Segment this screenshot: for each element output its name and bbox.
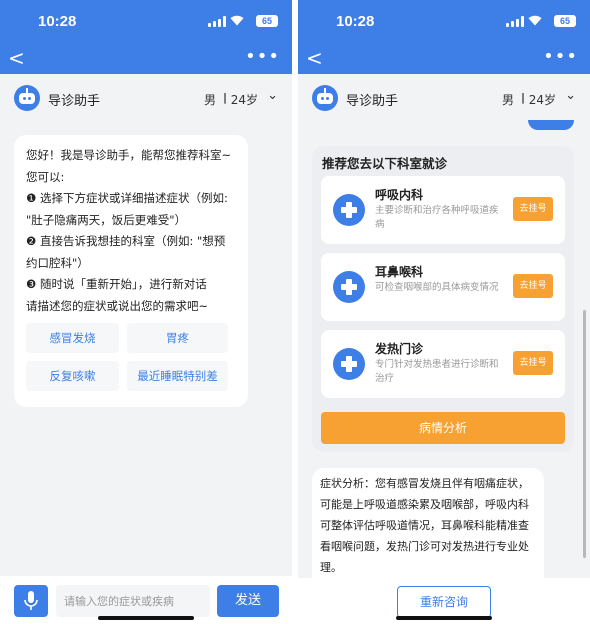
status-time: 10:28 xyxy=(336,13,375,30)
assistant-header: 导诊助手 男 | 24岁 ⌄ xyxy=(298,74,590,122)
chevron-left-icon[interactable]: < xyxy=(306,48,323,68)
status-time: 10:28 xyxy=(38,13,77,30)
greeting-text: 您好！我是导诊助手，能帮您推荐科室~ 您可以: ❶ 选择下方症状或详细描述症状（… xyxy=(26,148,232,313)
chip-stomachache[interactable]: 胃疼 xyxy=(127,323,228,353)
ellipsis-icon[interactable]: ••• xyxy=(245,46,280,67)
patient-gender[interactable]: 男 xyxy=(204,91,216,108)
microphone-icon xyxy=(24,591,38,610)
signal-icon xyxy=(208,16,226,27)
greeting-message: 您好！我是导诊助手，能帮您推荐科室~ 您可以: ❶ 选择下方症状或详细描述症状（… xyxy=(14,135,248,407)
nav-bar: < ••• xyxy=(298,44,590,74)
chip-poor-sleep[interactable]: 最近睡眠特别差 xyxy=(127,361,228,391)
analysis-text: 症状分析：您有感冒发烧且伴有咽痛症状，可能是上呼吸道感染累及咽喉部，呼吸内科可整… xyxy=(320,477,529,574)
department-desc: 专门针对发热患者进行诊断和治疗 xyxy=(375,359,499,384)
assistant-title: 导诊助手 xyxy=(346,94,399,109)
department-card[interactable]: 发热门诊 专门针对发热患者进行诊断和治疗 去挂号 xyxy=(321,330,565,398)
patient-age[interactable]: 24岁 xyxy=(529,91,556,108)
chevron-left-icon[interactable]: < xyxy=(8,48,25,68)
wifi-icon xyxy=(230,15,244,26)
department-card[interactable]: 耳鼻喉科 可检查咽喉部的具体病变情况 去挂号 xyxy=(321,253,565,321)
patient-age[interactable]: 24岁 xyxy=(231,91,258,108)
register-button[interactable]: 去挂号 xyxy=(513,197,553,221)
symptom-chips: 感冒发烧 胃疼 反复咳嗽 最近睡眠特别差 xyxy=(26,323,236,391)
patient-gender[interactable]: 男 xyxy=(502,91,514,108)
separator: | xyxy=(222,91,227,104)
register-button[interactable]: 去挂号 xyxy=(513,274,553,298)
medical-cross-icon xyxy=(333,348,365,380)
medical-cross-icon xyxy=(333,271,365,303)
department-name: 发热门诊 xyxy=(375,342,424,356)
robot-icon xyxy=(312,85,338,111)
analysis-message: 症状分析：您有感冒发烧且伴有咽痛症状，可能是上呼吸道感染累及咽喉部，呼吸内科可整… xyxy=(312,468,544,588)
battery-icon: 65 xyxy=(256,15,278,27)
department-card[interactable]: 呼吸内科 主要诊断和治疗各种呼吸道疾病 去挂号 xyxy=(321,176,565,244)
left-screen: 10:28 65 < ••• 导诊助手 男 | 24岁 ⌄ 您好！我是导诊助手，… xyxy=(0,0,292,624)
scrollbar[interactable] xyxy=(583,310,586,558)
department-name: 耳鼻喉科 xyxy=(375,265,424,279)
footer-bar: 重新咨询 xyxy=(298,578,590,624)
microphone-button[interactable] xyxy=(14,585,48,617)
nav-bar: < ••• xyxy=(0,44,292,74)
ellipsis-icon[interactable]: ••• xyxy=(543,46,578,67)
chevron-down-icon[interactable]: ⌄ xyxy=(267,88,278,103)
status-bar: 10:28 65 xyxy=(298,0,590,44)
right-screen: 10:28 65 < ••• 导诊助手 男 | 24岁 ⌄ 推荐您去以下科室就诊… xyxy=(298,0,590,624)
symptom-input[interactable] xyxy=(56,585,210,617)
department-name: 呼吸内科 xyxy=(375,188,424,202)
signal-icon xyxy=(506,16,524,27)
battery-icon: 65 xyxy=(554,15,576,27)
robot-icon xyxy=(14,85,40,111)
department-desc: 主要诊断和治疗各种呼吸道疾病 xyxy=(375,205,499,230)
input-bar: 发送 xyxy=(0,576,292,624)
chip-cough[interactable]: 反复咳嗽 xyxy=(26,361,119,391)
condition-analysis-button[interactable]: 病情分析 xyxy=(321,412,565,444)
home-indicator xyxy=(396,616,492,620)
home-indicator xyxy=(98,616,194,620)
separator: | xyxy=(520,91,525,104)
register-button[interactable]: 去挂号 xyxy=(513,351,553,375)
user-message-bubble xyxy=(528,120,574,130)
restart-consult-button[interactable]: 重新咨询 xyxy=(397,586,491,618)
recommendation-title: 推荐您去以下科室就诊 xyxy=(322,156,448,171)
wifi-icon xyxy=(528,15,542,26)
chevron-down-icon[interactable]: ⌄ xyxy=(565,88,576,103)
department-desc: 可检查咽喉部的具体病变情况 xyxy=(375,282,499,293)
assistant-title: 导诊助手 xyxy=(48,94,101,109)
medical-cross-icon xyxy=(333,194,365,226)
chip-cold-fever[interactable]: 感冒发烧 xyxy=(26,323,119,353)
status-bar: 10:28 65 xyxy=(0,0,292,44)
assistant-header: 导诊助手 男 | 24岁 ⌄ xyxy=(0,74,292,122)
recommendation-card: 推荐您去以下科室就诊 呼吸内科 主要诊断和治疗各种呼吸道疾病 去挂号 耳鼻喉科 … xyxy=(312,146,574,452)
send-button[interactable]: 发送 xyxy=(217,585,279,617)
